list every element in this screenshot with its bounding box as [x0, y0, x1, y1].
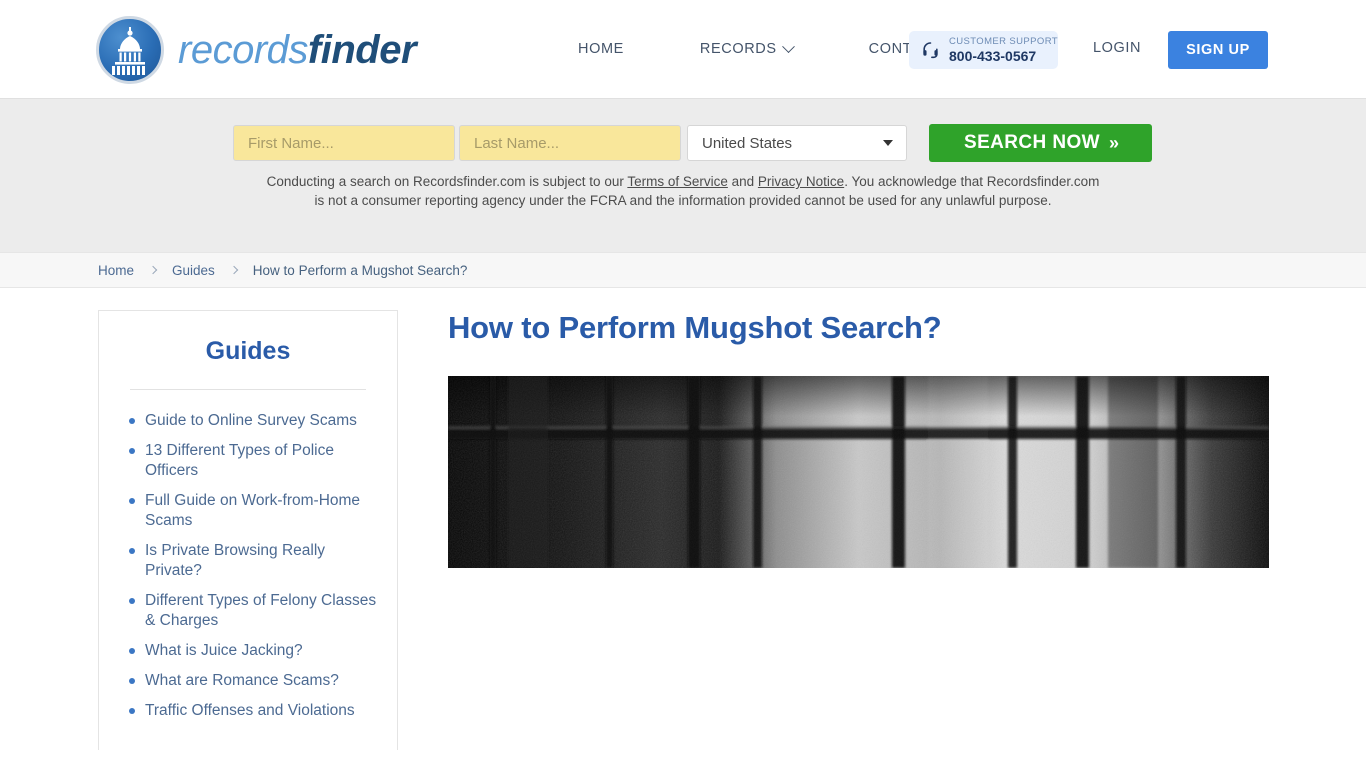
site-header: recordsfinder HOME RECORDS CONTACT CUSTO… — [0, 0, 1366, 98]
search-now-label: SEARCH NOW — [964, 132, 1100, 153]
sidebar-item-felony-classes-charges[interactable]: Different Types of Felony Classes & Char… — [129, 591, 379, 631]
chevron-down-icon — [781, 39, 795, 53]
page-title: How to Perform Mugshot Search? — [448, 310, 942, 345]
main-content: Guides Guide to Online Survey Scams 13 D… — [0, 288, 1366, 758]
support-label: CUSTOMER SUPPORT — [949, 35, 1058, 47]
logo-wordmark: recordsfinder — [178, 28, 417, 72]
nav-item-home[interactable]: HOME — [560, 41, 662, 57]
search-form: United States SEARCH NOW » — [233, 124, 1152, 162]
last-name-input[interactable] — [459, 125, 681, 161]
logo-text-records: records — [178, 28, 308, 72]
breadcrumb-item-home[interactable]: Home — [98, 263, 134, 278]
sidebar-item-work-from-home-scams[interactable]: Full Guide on Work-from-Home Scams — [129, 491, 379, 531]
nav-label-home: HOME — [578, 41, 624, 57]
chevron-right-icon — [148, 265, 158, 275]
chevron-right-icon — [229, 265, 239, 275]
sidebar-item-romance-scams[interactable]: What are Romance Scams? — [129, 671, 379, 691]
headset-icon — [923, 41, 938, 58]
sidebar-item-types-of-police-officers[interactable]: 13 Different Types of Police Officers — [129, 441, 379, 481]
search-disclaimer: Conducting a search on Recordsfinder.com… — [263, 173, 1103, 210]
customer-support-box[interactable]: CUSTOMER SUPPORT 800-433-0567 — [909, 31, 1058, 69]
search-band: United States SEARCH NOW » Conducting a … — [0, 98, 1366, 252]
chevron-down-icon — [883, 140, 893, 146]
nav-label-records: RECORDS — [699, 41, 777, 57]
guides-sidebar: Guides Guide to Online Survey Scams 13 D… — [98, 310, 398, 750]
first-name-input[interactable] — [233, 125, 455, 161]
logo-text-finder: finder — [307, 28, 417, 72]
barred-prison-window-image — [448, 376, 1269, 568]
sidebar-item-online-survey-scams[interactable]: Guide to Online Survey Scams — [129, 411, 379, 431]
capitol-dome-icon — [96, 16, 164, 84]
state-select-wrapper: United States — [687, 125, 907, 161]
sidebar-divider — [130, 389, 366, 390]
breadcrumb-item-current: How to Perform a Mugshot Search? — [252, 262, 468, 278]
sign-up-button[interactable]: SIGN UP — [1168, 31, 1268, 69]
double-chevron-right-icon: » — [1108, 132, 1119, 153]
disclaimer-text-part2: and — [727, 174, 758, 189]
site-logo[interactable]: recordsfinder — [96, 16, 417, 84]
sidebar-title: Guides — [205, 337, 291, 365]
terms-of-service-link[interactable]: Terms of Service — [627, 174, 728, 189]
state-select[interactable]: United States — [687, 125, 907, 161]
breadcrumb-item-guides[interactable]: Guides — [172, 263, 215, 278]
sidebar-item-juice-jacking[interactable]: What is Juice Jacking? — [129, 641, 379, 661]
privacy-notice-link[interactable]: Privacy Notice — [758, 174, 844, 189]
disclaimer-text-part1: Conducting a search on Recordsfinder.com… — [266, 174, 628, 189]
breadcrumb: Home Guides How to Perform a Mugshot Sea… — [0, 252, 1366, 288]
state-select-value: United States — [702, 134, 793, 152]
support-phone-number: 800-433-0567 — [949, 47, 1037, 64]
login-link[interactable]: LOGIN — [1093, 40, 1141, 56]
article: How to Perform Mugshot Search? — [448, 288, 1288, 568]
nav-item-records[interactable]: RECORDS — [662, 39, 831, 57]
sidebar-item-private-browsing[interactable]: Is Private Browsing Really Private? — [129, 541, 379, 581]
sidebar-guide-list: Guide to Online Survey Scams 13 Differen… — [99, 411, 397, 721]
search-now-button[interactable]: SEARCH NOW » — [929, 124, 1152, 162]
sidebar-item-traffic-offenses[interactable]: Traffic Offenses and Violations — [129, 701, 379, 721]
